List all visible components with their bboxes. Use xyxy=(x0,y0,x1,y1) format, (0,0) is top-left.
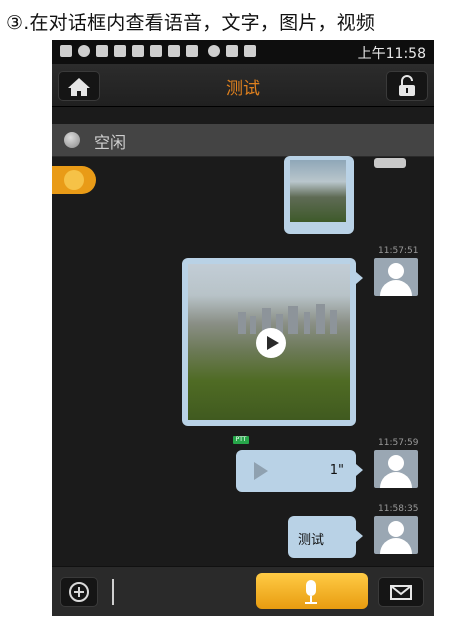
ptt-badge: PTT xyxy=(233,436,249,444)
title-bar: 测试 xyxy=(52,64,434,107)
warning-icon xyxy=(132,45,144,57)
voice-float-button[interactable] xyxy=(52,166,96,194)
status-time: 上午11:58 xyxy=(357,46,426,62)
voice-play-icon xyxy=(254,462,268,480)
instruction-caption: ③.在对话框内查看语音，文字，图片，视频 xyxy=(6,12,376,34)
video-thumbnail xyxy=(188,264,350,420)
mic-icon xyxy=(306,580,316,596)
text-cursor xyxy=(112,579,114,605)
envelope-icon xyxy=(390,585,412,600)
image-message-bubble[interactable] xyxy=(284,156,354,234)
image-notification-icon xyxy=(60,45,72,57)
unlock-icon xyxy=(399,75,415,96)
radio-icon xyxy=(96,45,108,57)
text-message-bubble[interactable]: 测试 xyxy=(288,516,363,558)
voice-message-bubble[interactable]: 1" xyxy=(236,450,363,492)
lock-icon xyxy=(186,45,198,57)
status-indicator-icon xyxy=(64,132,80,148)
message-image xyxy=(290,160,346,222)
message-text: 测试 xyxy=(298,533,325,548)
wifi-icon xyxy=(208,45,220,57)
phone-screen: 上午11:58 测试 空闲 11:57:51 PTT 11:57:59 1" 1… xyxy=(52,40,434,616)
app-notification-icon xyxy=(78,45,90,57)
input-bar xyxy=(52,566,434,616)
add-button[interactable] xyxy=(60,577,98,607)
message-timestamp: 11:57:51 xyxy=(378,246,419,256)
page-title: 测试 xyxy=(226,79,260,99)
usb-icon xyxy=(150,45,162,57)
avatar xyxy=(374,258,418,296)
voice-duration: 1" xyxy=(329,463,344,478)
avatar xyxy=(374,450,418,488)
message-timestamp: 11:58:35 xyxy=(378,504,419,514)
mic-icon xyxy=(64,170,84,190)
message-icon xyxy=(114,45,126,57)
message-timestamp: 11:57:59 xyxy=(378,438,419,448)
status-bar: 上午11:58 xyxy=(52,40,434,64)
avatar xyxy=(374,516,418,554)
push-to-talk-button[interactable] xyxy=(256,573,368,609)
signal-icon xyxy=(226,45,238,57)
storage-icon xyxy=(168,45,180,57)
user-status-row: 空闲 xyxy=(52,124,434,157)
battery-icon xyxy=(244,45,256,57)
message-button[interactable] xyxy=(378,577,424,607)
user-status-text: 空闲 xyxy=(94,133,127,152)
unlock-button[interactable] xyxy=(386,71,428,101)
video-message-bubble[interactable] xyxy=(182,258,363,426)
avatar xyxy=(374,158,406,168)
